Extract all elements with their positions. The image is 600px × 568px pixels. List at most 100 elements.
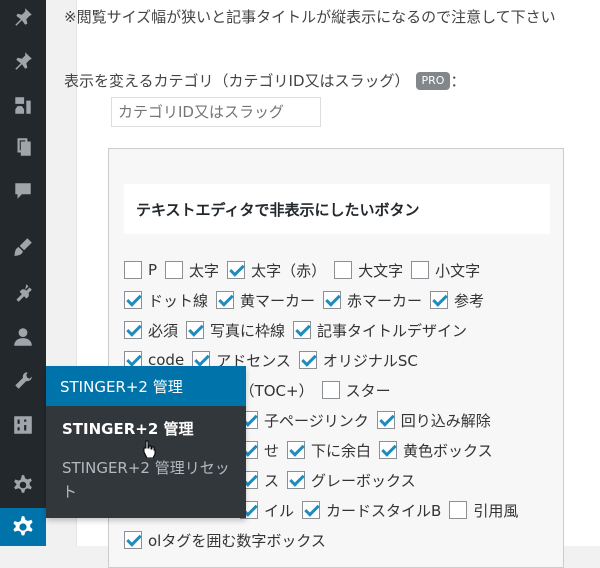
option-item[interactable]: 引用風 [449,500,518,521]
option-checkbox[interactable] [124,291,142,309]
option-checkbox[interactable] [298,351,317,369]
option-label: ドット線 [148,291,209,310]
option-label: 回り込み解除 [400,411,491,430]
option-item[interactable]: オリジナルSC [298,350,418,371]
settings-sliders-icon[interactable] [0,408,46,442]
note-text: ※閲覧サイズ幅が狭いと記事タイトルが縦表示になるので注意して下さい [64,8,556,26]
option-label: グレーボックス [311,471,416,490]
option-item[interactable]: 太字 [165,260,219,281]
option-row: イル カードスタイルB 引用風 [240,498,526,522]
option-item[interactable]: イル [240,500,294,521]
comments-icon[interactable] [0,174,46,208]
option-item[interactable]: 小文字 [411,260,480,281]
option-checkbox[interactable] [293,321,312,339]
option-checkbox[interactable] [323,291,342,309]
option-label: イル [264,501,295,520]
option-checkbox[interactable] [449,501,468,519]
option-row: せ 下に余白 黄色ボックス [240,438,501,462]
category-label: 表示を変えるカテゴリ（カテゴリID又はスラッグ） [64,72,410,90]
option-item[interactable]: 回り込み解除 [376,410,491,431]
plugins-icon[interactable] [0,276,46,310]
option-item[interactable]: 必須 [124,320,178,341]
option-label: 必須 [148,321,179,340]
option-checkbox[interactable] [379,441,398,459]
option-item[interactable]: ドット線 [124,290,208,311]
option-label: 写真に枠線 [210,321,286,340]
option-label: 赤マーカー [347,291,423,310]
option-label: ス [264,471,280,490]
option-item[interactable]: 記事タイトルデザイン [293,320,467,341]
option-label: 記事タイトルデザイン [317,321,468,340]
gear-icon[interactable] [0,508,46,546]
option-label: カードスタイルB [326,501,442,520]
category-label-row: 表示を変えるカテゴリ（カテゴリID又はスラッグ） PRO ： [64,70,465,91]
option-item[interactable]: グレーボックス [287,470,416,491]
flyout-title[interactable]: STINGER+2 管理 [46,366,246,406]
pro-badge: PRO [415,71,451,90]
option-label: 小文字 [435,261,481,280]
option-label: せ [264,441,280,460]
option-item[interactable]: 黄色ボックス [379,440,493,461]
option-item[interactable]: 参考 [430,290,484,311]
option-row: P 太字 太字（赤） 大文字 小文字 [124,258,488,282]
section-title: テキストエディタで非表示にしたいボタン [124,184,550,234]
option-checkbox[interactable] [302,501,321,519]
option-item[interactable]: 大文字 [334,260,403,281]
hand-cursor-icon [143,440,156,458]
option-item[interactable]: 太字（赤） [227,260,326,281]
option-row: olタグを囲む数字ボックス [124,528,334,552]
flyout-item-manage[interactable]: STINGER+2 管理 [62,418,194,439]
option-label: 太字（赤） [251,261,327,280]
flyout-item-reset[interactable]: STINGER+2 管理リセット [62,456,238,504]
pin-icon[interactable] [0,0,46,34]
option-checkbox[interactable] [287,441,306,459]
option-label: 下に余白 [311,441,372,460]
appearance-icon[interactable] [0,230,46,264]
option-item[interactable]: スター [321,380,391,401]
option-label: 引用風 [473,501,519,520]
option-label: 黄色ボックス [403,441,493,460]
option-label: 大文字 [358,261,404,280]
option-checkbox[interactable] [124,531,142,549]
option-item[interactable]: P [124,261,157,279]
gear-icon[interactable] [0,468,46,502]
pages-icon[interactable] [0,130,46,164]
option-checkbox[interactable] [227,261,246,279]
option-label: 黄マーカー [240,291,316,310]
option-checkbox[interactable] [430,291,449,309]
option-label: 参考 [454,291,485,310]
option-checkbox[interactable] [321,381,340,399]
option-label: スター [345,381,391,400]
admin-sidebar [0,0,46,546]
option-label: P [148,261,158,279]
option-checkbox[interactable] [165,261,184,279]
option-checkbox[interactable] [186,321,205,339]
option-item[interactable]: 写真に枠線 [186,320,285,341]
option-label: olタグを囲む数字ボックス [148,531,326,550]
option-checkbox[interactable] [124,321,142,339]
option-item[interactable]: 黄マーカー [216,290,315,311]
option-checkbox[interactable] [376,411,395,429]
option-checkbox[interactable] [334,261,353,279]
option-label: 太字 [189,261,220,280]
option-row: ドット線 黄マーカー 赤マーカー 参考 [124,288,492,312]
option-row: 子ページリンク 回り込み解除 [240,408,499,432]
option-row: ス グレーボックス [240,468,424,492]
pin-icon[interactable] [0,44,46,78]
option-label: 子ページリンク [264,411,369,430]
option-checkbox[interactable] [216,291,235,309]
option-item[interactable]: カードスタイルB [302,500,441,521]
option-item[interactable]: olタグを囲む数字ボックス [124,530,326,551]
category-colon: ： [450,72,466,90]
option-item[interactable]: 子ページリンク [240,410,369,431]
category-input[interactable] [111,97,321,127]
media-icon[interactable] [0,88,46,122]
option-checkbox[interactable] [287,471,306,489]
option-label: オリジナルSC [322,351,418,370]
users-icon[interactable] [0,320,46,354]
tools-icon[interactable] [0,364,46,398]
option-checkbox[interactable] [124,261,142,279]
option-checkbox[interactable] [411,261,430,279]
option-item[interactable]: 赤マーカー [323,290,422,311]
option-item[interactable]: 下に余白 [287,440,371,461]
